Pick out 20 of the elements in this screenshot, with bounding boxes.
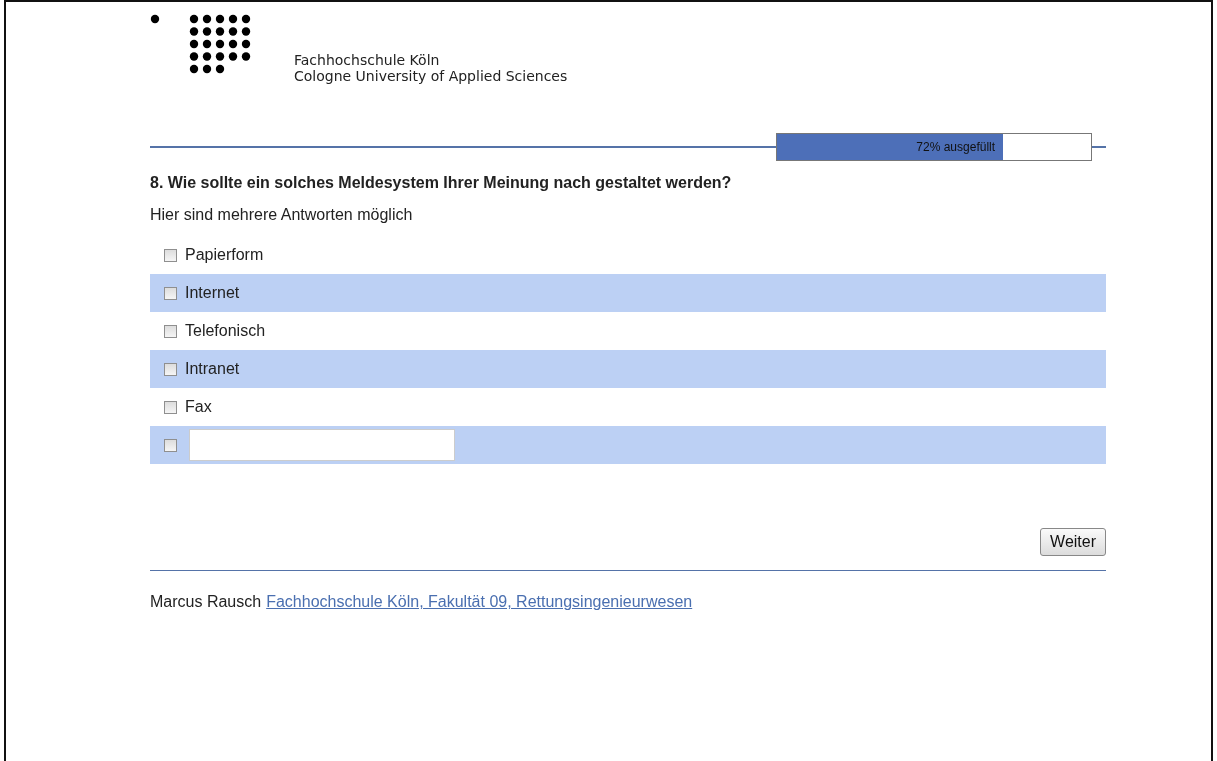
option-label: Telefonisch [185,322,266,340]
university-name: Fachhochschule Köln [294,52,441,68]
option-label: Papierform [185,246,264,264]
checkbox[interactable] [164,438,177,452]
university-subtitle: Cologne University of Applied Sciences [294,68,568,84]
other-input-field[interactable] [189,429,455,461]
question-hint: Hier sind mehrere Antworten möglich [150,206,414,224]
checkbox[interactable] [164,324,177,338]
next-button[interactable]: Weiter [1040,528,1106,556]
option-label: Internet [185,284,240,302]
progress-label: 72% ausgefüllt [916,140,997,154]
checkbox[interactable] [164,286,177,300]
checkbox[interactable] [164,400,177,414]
author-name: Marcus Rausch [150,593,262,611]
option-label: Intranet [185,360,240,378]
option-label: Fax [185,398,212,416]
checkbox[interactable] [164,248,177,262]
faculty-link[interactable]: Fachhochschule Köln, Fakultät 09, Rettungsingenieurwesen [266,593,693,611]
question-title: 8. Wie sollte ein solches Meldesystem Ihrer Meinung nach gestaltet werden? [150,174,733,192]
checkbox[interactable] [164,362,177,376]
